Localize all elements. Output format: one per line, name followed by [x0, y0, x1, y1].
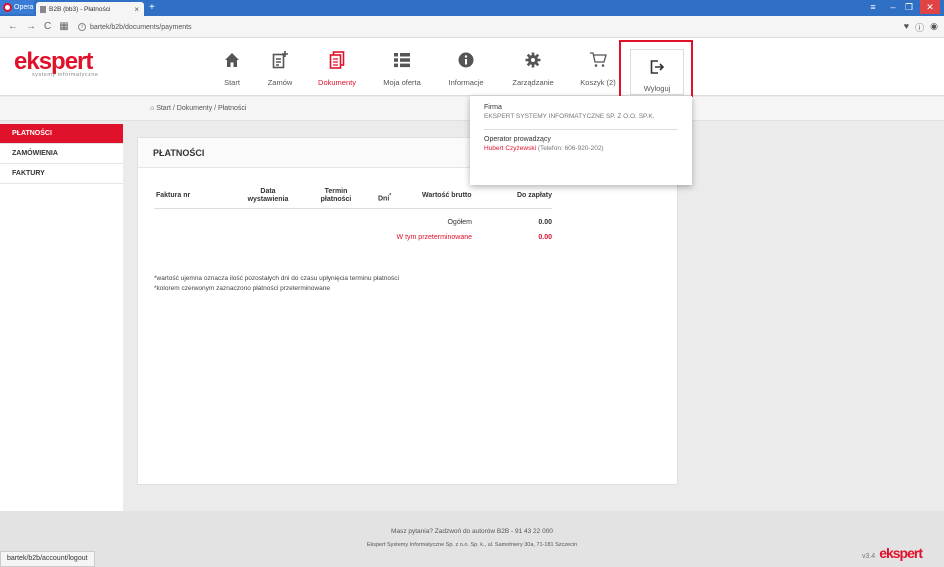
col-days: Dni*	[378, 193, 392, 203]
heart-icon[interactable]: ♥	[904, 21, 909, 34]
nav-label-information: Informacje	[448, 78, 484, 87]
speed-dial-icon[interactable]: ▦	[59, 21, 68, 32]
overdue-value: 0.00	[538, 234, 552, 241]
nav-label-cart: Koszyk (2)	[580, 78, 616, 87]
overdue-label: W tym przeterminowane	[396, 234, 472, 241]
home-icon	[218, 50, 246, 70]
site-info-icon[interactable]: i	[78, 23, 86, 31]
version-number: v3.4	[861, 553, 876, 560]
address-bar: ← → C ▦ i bartek/b2b/documents/payments …	[0, 16, 944, 38]
info-icon	[444, 50, 488, 70]
col-to-pay: Do zapłaty	[516, 192, 552, 199]
site-footer: Masz pytania? Zadzwoń do autorów B2B - 9…	[0, 511, 944, 567]
order-icon	[264, 50, 296, 70]
opera-label: Opera	[14, 3, 34, 11]
footnote-negative-days: *wartość ujemna oznacza ilość pozostałyc…	[154, 275, 399, 282]
footer-logo: ekspert	[879, 545, 923, 561]
sidebar-item-payments[interactable]: PŁATNOŚCI	[0, 124, 123, 144]
page-favicon-icon	[40, 5, 46, 13]
nav-item-order[interactable]: Zamów	[264, 50, 296, 87]
opera-menu-button[interactable]: Opera	[0, 0, 34, 14]
browser-tab[interactable]: B2B (bb3) - Płatności ×	[36, 2, 144, 16]
logout-highlight-box	[619, 40, 693, 102]
breadcrumb-text[interactable]: Start / Dokumenty / Płatności	[156, 105, 246, 112]
firm-name: EKSPERT SYSTEMY INFORMATYCZNE SP. Z O.O.…	[484, 113, 655, 120]
col-gross-value: Wartość brutto	[422, 192, 472, 199]
logo-subtitle: systemy informatyczne	[32, 72, 99, 78]
sidebar-item-orders[interactable]: ZAMÓWIENIA	[0, 144, 123, 164]
nav-item-documents[interactable]: Dokumenty	[313, 50, 361, 87]
operator-label: Operator prowadzący	[484, 136, 551, 143]
nav-label-management: Zarządzanie	[512, 78, 554, 87]
nav-item-information[interactable]: Informacje	[444, 50, 488, 87]
nav-item-management[interactable]: Zarządzanie	[507, 50, 559, 87]
maximize-button[interactable]: ❐	[902, 0, 916, 14]
col-issue-date: Data wystawienia	[247, 188, 289, 203]
cart-icon	[576, 50, 620, 70]
sidebar: PŁATNOŚCI ZAMÓWIENIA FAKTURY	[0, 124, 123, 511]
account-dropdown: Firma EKSPERT SYSTEMY INFORMATYCZNE SP. …	[470, 96, 692, 185]
opera-logo-icon	[3, 2, 12, 12]
browser-tab-bar: Opera B2B (bb3) - Płatności × + ≡ – ❐ ✕	[0, 0, 944, 16]
sidebar-item-invoices[interactable]: FAKTURY	[0, 164, 123, 184]
total-label: Ogółem	[447, 219, 472, 226]
nav-label-documents: Dokumenty	[318, 78, 356, 87]
version-badge: v3.4 ekspert	[861, 545, 923, 561]
total-value: 0.00	[538, 219, 552, 226]
list-icon	[378, 50, 426, 70]
documents-icon	[313, 50, 361, 70]
firm-label: Firma	[484, 104, 502, 111]
site-header: ekspert systemy informatyczne Start Zamó…	[0, 38, 944, 96]
window-close-button[interactable]: ✕	[920, 0, 940, 14]
home-small-icon[interactable]: ⌂	[150, 105, 154, 112]
new-tab-button[interactable]: +	[149, 2, 155, 13]
dropdown-divider	[484, 129, 678, 130]
back-icon[interactable]: ←	[8, 21, 18, 32]
col-due-date: Termin płatności	[320, 188, 352, 203]
operator-name-link[interactable]: Hubert Czyżewski	[484, 145, 536, 152]
nav-item-cart[interactable]: Koszyk (2)	[576, 50, 620, 87]
nav-label-order: Zamów	[267, 78, 293, 87]
info-circle-icon[interactable]: ⓘ	[915, 21, 924, 34]
url-text: bartek/b2b/documents/payments	[90, 23, 192, 31]
nav-label-my-offer: Moja oferta	[383, 78, 421, 87]
nav-label-start: Start	[224, 78, 240, 87]
browser-tab-title: B2B (bb3) - Płatności	[49, 5, 111, 13]
footer-question: Masz pytania? Zadzwoń do autorów B2B - 9…	[391, 528, 553, 535]
reload-icon[interactable]: C	[44, 21, 51, 32]
tab-close-icon[interactable]: ×	[134, 5, 139, 14]
footer-address: Ekspert Systemy Informatyczne Sp. z o.o.…	[366, 542, 578, 548]
logo-text: ekspert	[14, 48, 93, 75]
footnote-overdue: *kolorem czerwonym zaznaczono płatności …	[154, 285, 330, 292]
operator-info: Hubert Czyżewski (Telefon: 606-920-202)	[484, 145, 678, 153]
nav-item-my-offer[interactable]: Moja oferta	[378, 50, 426, 87]
payments-panel: PŁATNOŚCI Faktura nr Data wystawienia Te…	[137, 137, 678, 485]
address-bar-actions: ♥ ⓘ ◉	[904, 21, 938, 34]
browser-status-url: bartek/b2b/account/logout	[0, 551, 95, 567]
gear-icon	[507, 50, 559, 70]
minimize-button[interactable]: –	[886, 0, 900, 14]
operator-phone: (Telefon: 606-920-202)	[537, 145, 604, 152]
nav-item-start[interactable]: Start	[218, 50, 246, 87]
breadcrumb: ⌂ Start / Dokumenty / Płatności	[150, 105, 246, 112]
url-field[interactable]: i bartek/b2b/documents/payments	[78, 20, 878, 34]
col-invoice-no: Faktura nr	[156, 192, 191, 199]
header-divider	[154, 208, 552, 209]
forward-icon[interactable]: →	[26, 21, 36, 32]
account-icon[interactable]: ◉	[930, 21, 938, 34]
tab-menu-icon[interactable]: ≡	[866, 0, 880, 14]
ekspert-logo[interactable]: ekspert systemy informatyczne	[14, 48, 99, 79]
